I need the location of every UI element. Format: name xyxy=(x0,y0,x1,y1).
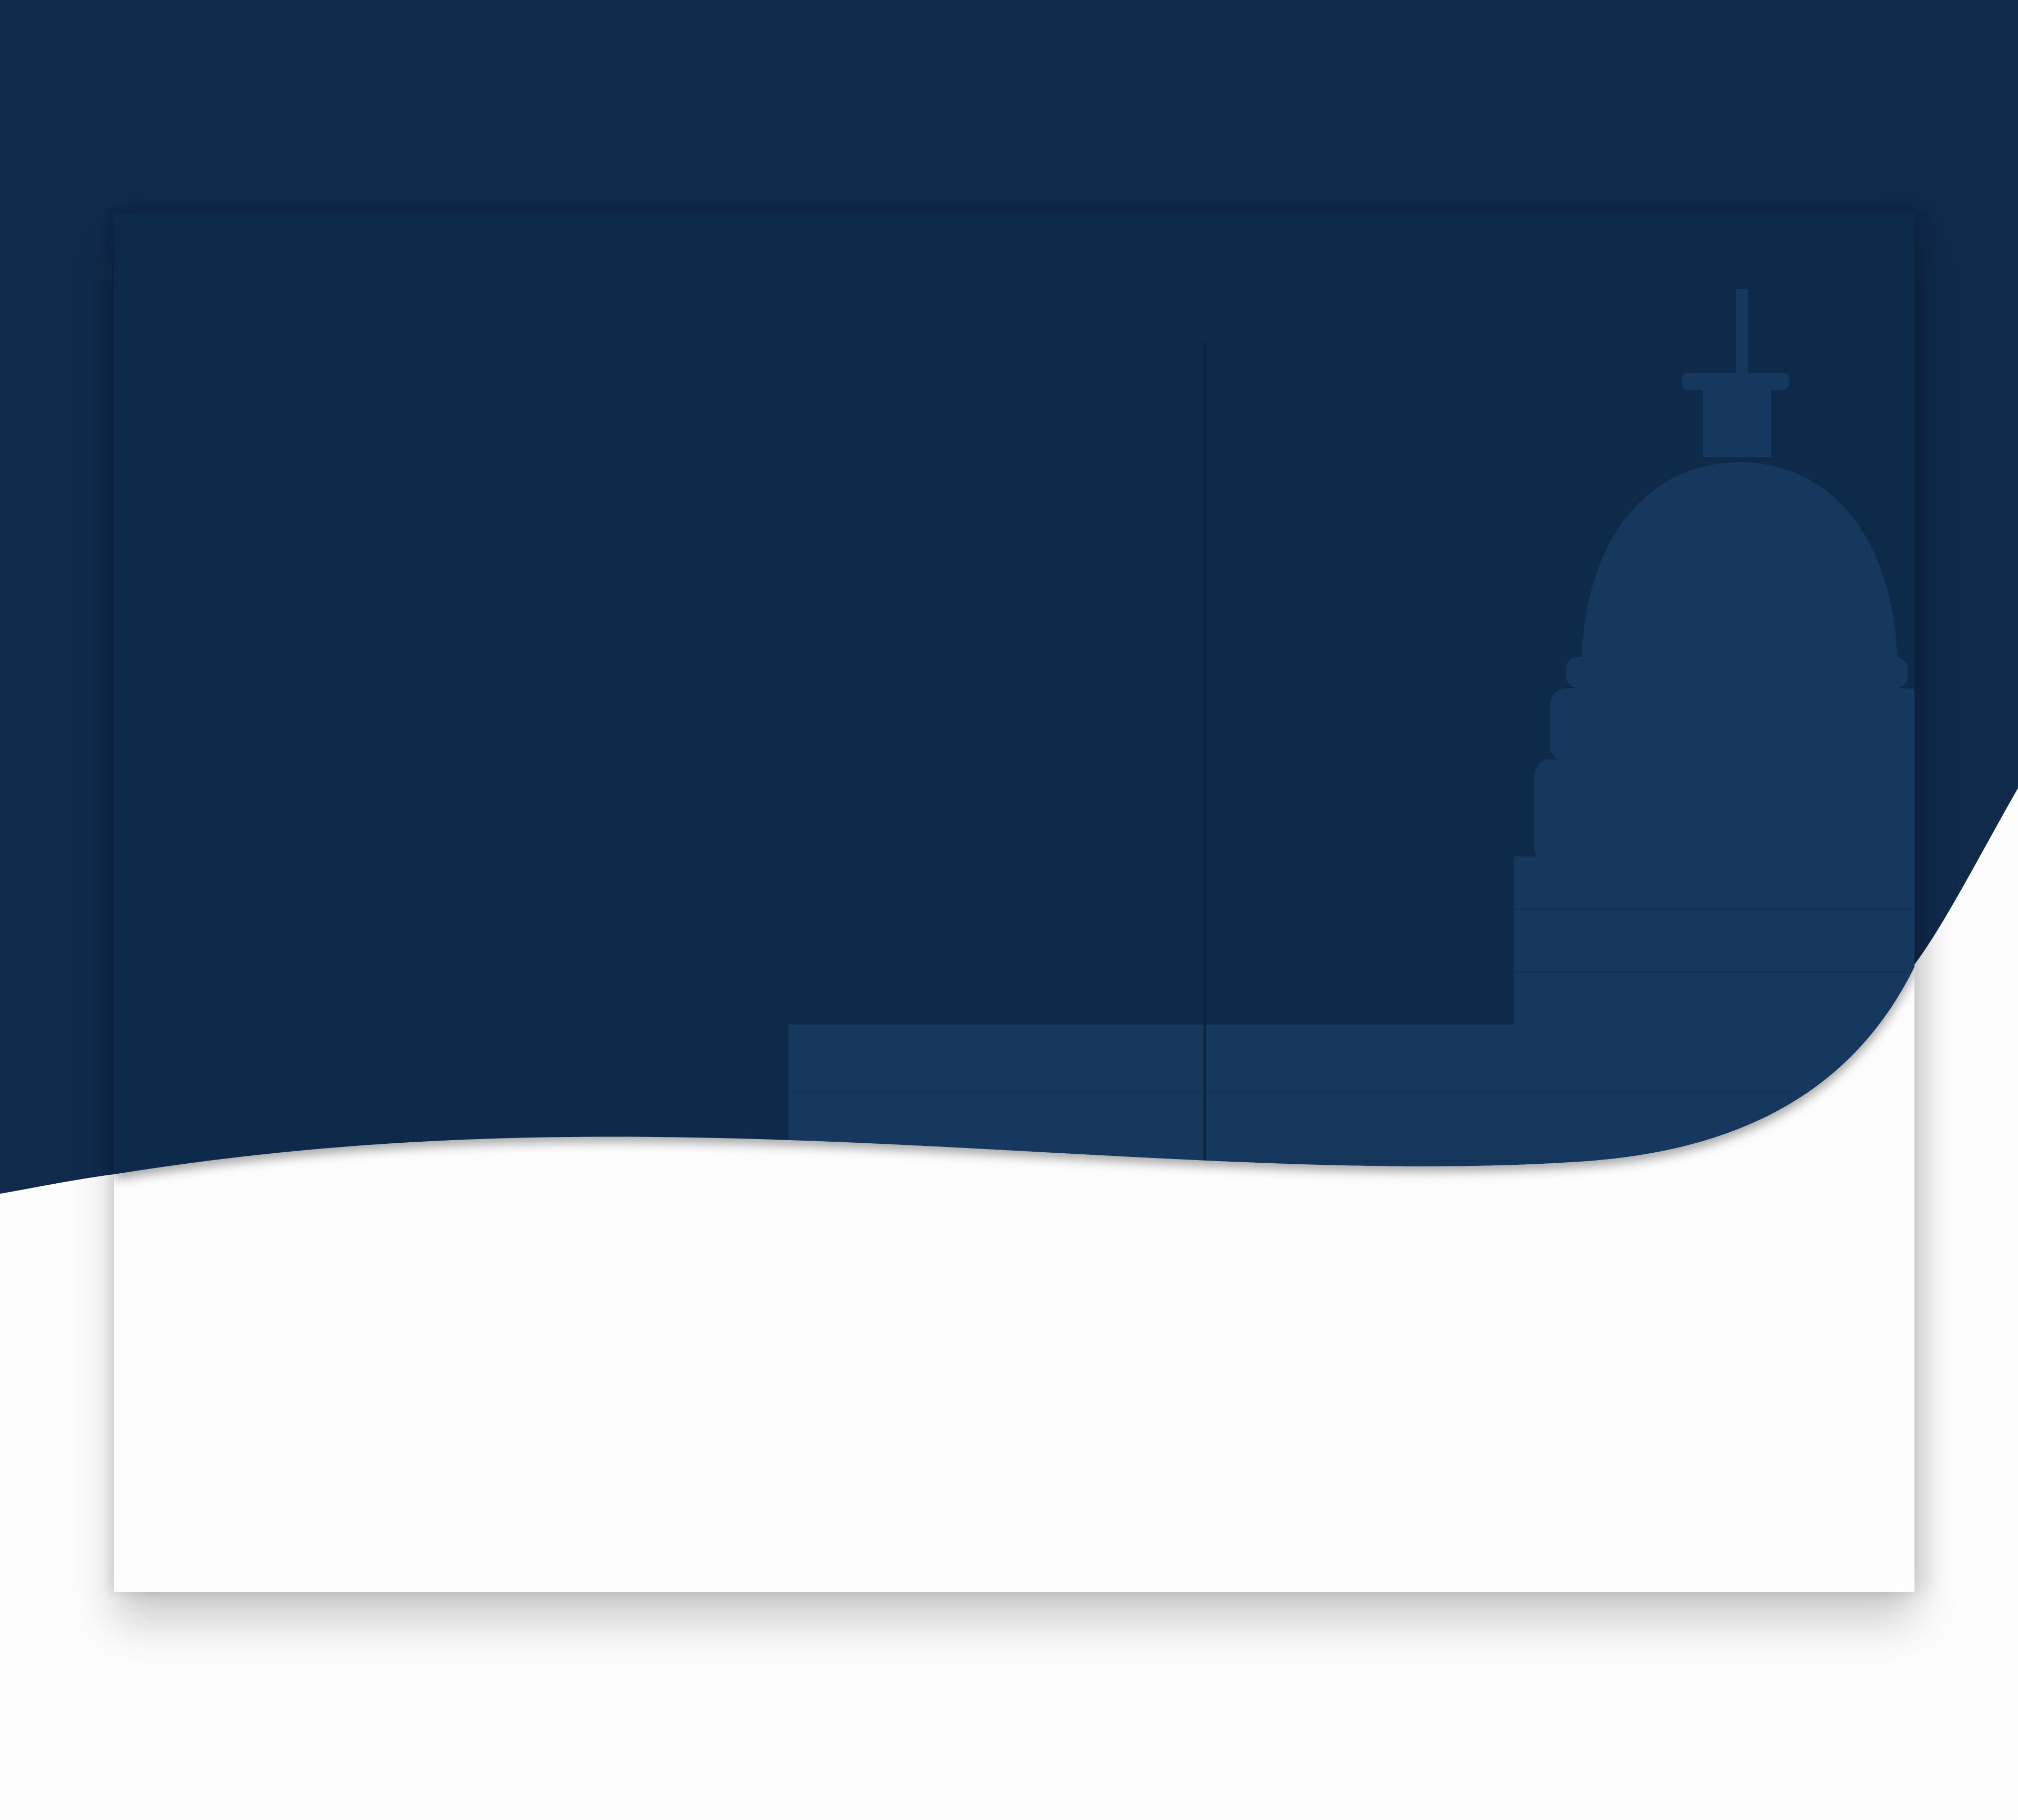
bookshelf-window xyxy=(1203,342,1206,1166)
landing-page-card xyxy=(114,213,1914,1592)
hero-section xyxy=(114,213,1914,1211)
capitol-silhouette xyxy=(788,289,1914,1166)
hero-illustration xyxy=(788,289,1914,1166)
